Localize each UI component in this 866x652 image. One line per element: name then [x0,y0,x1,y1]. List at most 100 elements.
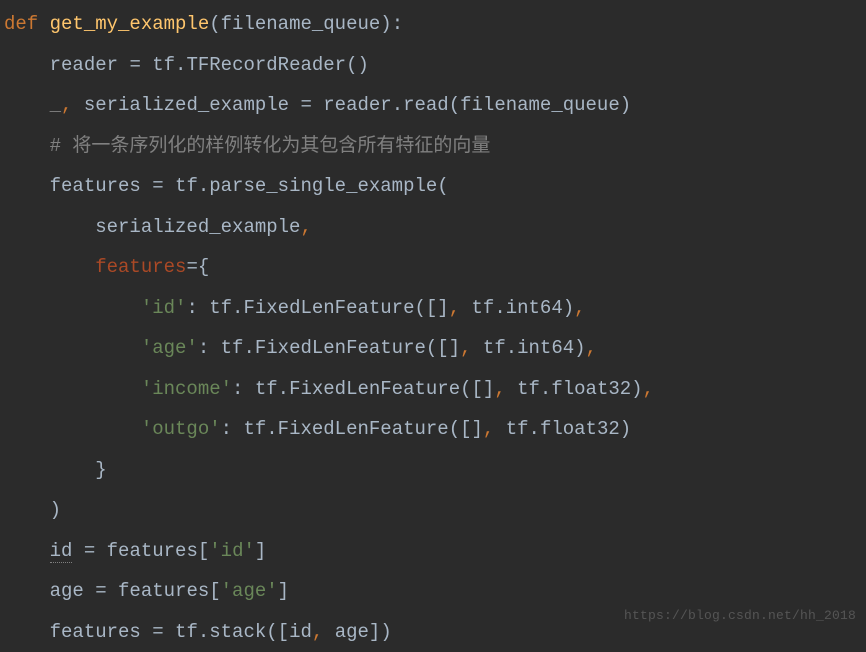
comma: , [300,216,311,238]
bracket-open: [ [209,580,220,602]
brace-open: { [198,256,209,278]
variable: serialized_example [84,94,301,116]
indent [4,135,50,157]
parameter: filename_queue [221,13,381,35]
paren-open: ( [414,297,425,319]
indent [4,499,50,521]
indent [4,621,50,643]
equals: = [300,94,323,116]
call: tf.FixedLenFeature [255,378,460,400]
string-key: 'age' [221,580,278,602]
dict-key: 'income' [141,378,232,400]
brackets: [] [472,378,495,400]
type-ref: tf.int64 [472,297,563,319]
space [506,378,517,400]
space [323,621,334,643]
equals: = [152,621,175,643]
paren-open: ( [266,621,277,643]
paren-close: ) [574,337,585,359]
arg: age [335,621,369,643]
brackets: [] [437,337,460,359]
variable: id [50,540,73,563]
colon: : [186,297,209,319]
string-key: 'id' [209,540,255,562]
underscore: _ [50,94,61,116]
paren-close: ) [620,418,631,440]
call: tf.parse_single_example [175,175,437,197]
brace-close: } [95,459,106,481]
bracket-close: ] [278,580,289,602]
variable: features [50,175,153,197]
paren-close: ) [380,621,391,643]
code-line: 'income': tf.FixedLenFeature([], tf.floa… [4,369,866,410]
code-line: _, serialized_example = reader.read(file… [4,85,866,126]
indent [4,94,50,116]
space [494,418,505,440]
indent [4,216,95,238]
comma: , [460,337,471,359]
paren-open: ( [449,94,460,116]
bracket-open: [ [278,621,289,643]
indent [4,540,50,562]
code-line: ) [4,490,866,531]
call: tf.TFRecordReader [152,54,346,76]
call: reader.read [323,94,448,116]
paren-close: ) [620,94,631,116]
comma: , [61,94,72,116]
bracket-open: [ [198,540,209,562]
equals: = [84,540,107,562]
bracket-close: ] [369,621,380,643]
call: tf.FixedLenFeature [221,337,426,359]
comma: , [574,297,585,319]
code-line: features={ [4,247,866,288]
code-editor[interactable]: def get_my_example(filename_queue): read… [4,4,866,652]
watermark-text: https://blog.csdn.net/hh_2018 [624,596,856,637]
type-ref: tf.float32 [517,378,631,400]
code-line: 'id': tf.FixedLenFeature([], tf.int64), [4,288,866,329]
indent [4,459,95,481]
indent [4,256,95,278]
paren-open: ( [209,13,220,35]
space [460,297,471,319]
variable: features [50,621,153,643]
paren-open: ( [426,337,437,359]
paren-open: ( [449,418,460,440]
paren-close: ) [50,499,61,521]
comma: , [494,378,505,400]
def-keyword: def [4,13,50,35]
code-line: 'age': tf.FixedLenFeature([], tf.int64), [4,328,866,369]
equals: = [95,580,118,602]
argument: filename_queue [460,94,620,116]
colon: : [198,337,221,359]
space [72,540,83,562]
code-line: serialized_example, [4,207,866,248]
colon: : [221,418,244,440]
indent [4,175,50,197]
indent [4,297,141,319]
comment-text: 将一条序列化的样例转化为其包含所有特征的向量 [72,135,490,157]
code-line: id = features['id'] [4,531,866,572]
parens: () [346,54,369,76]
indent [4,418,141,440]
identifier: features [107,540,198,562]
paren-close: ): [380,13,403,35]
paren-close: ) [563,297,574,319]
code-line: } [4,450,866,491]
dict-key: 'id' [141,297,187,319]
dict-key: 'outgo' [141,418,221,440]
brackets: [] [460,418,483,440]
code-line: 'outgo': tf.FixedLenFeature([], tf.float… [4,409,866,450]
kwarg-name: features [95,256,186,278]
comma: , [586,337,597,359]
type-ref: tf.int64 [483,337,574,359]
space [72,94,83,116]
equals: = [129,54,152,76]
identifier: features [118,580,209,602]
colon: : [232,378,255,400]
indent [4,580,50,602]
code-line: features = tf.parse_single_example( [4,166,866,207]
variable: reader [50,54,130,76]
type-ref: tf.float32 [506,418,620,440]
bracket-close: ] [255,540,266,562]
variable: age [50,580,96,602]
